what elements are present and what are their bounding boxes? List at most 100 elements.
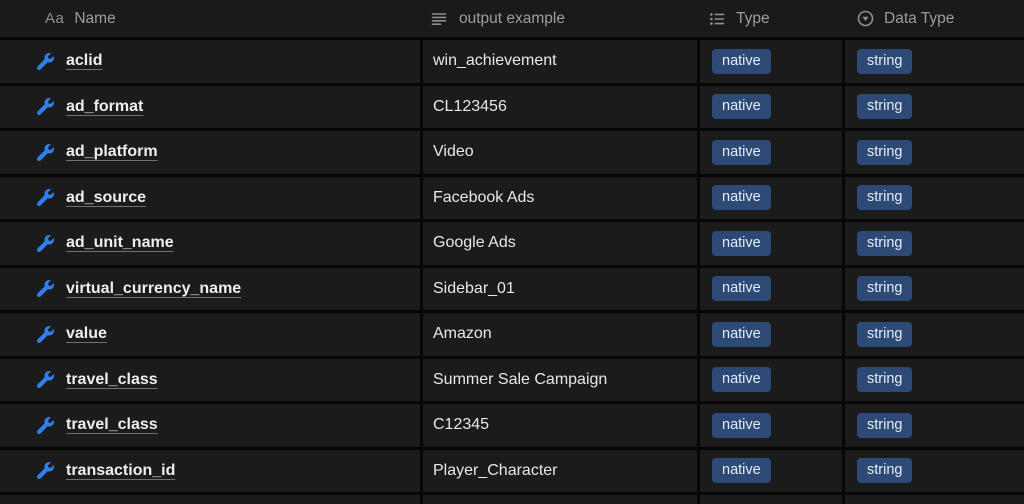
output-example-cell[interactable]: Video (423, 131, 697, 174)
name-cell[interactable]: ad_unit_name (0, 222, 420, 265)
wrench-icon (37, 53, 54, 70)
type-badge[interactable]: native (712, 49, 771, 74)
data-type-badge[interactable]: string (857, 231, 912, 256)
type-cell[interactable]: native (700, 313, 842, 356)
name-cell[interactable]: ad_platform (0, 131, 420, 174)
field-name-link[interactable]: ad_unit_name (66, 234, 174, 252)
type-badge[interactable]: native (712, 276, 771, 301)
column-header-name[interactable]: Aa Name (0, 0, 420, 37)
type-badge[interactable]: native (712, 231, 771, 256)
database-table: Aa Name output example (0, 0, 1024, 504)
data-type-badge[interactable]: string (857, 322, 912, 347)
table-row: ad_platform Video native string (0, 131, 1024, 174)
data-type-badge[interactable]: string (857, 276, 912, 301)
data-type-badge[interactable]: string (857, 367, 912, 392)
data-type-cell[interactable]: string (845, 404, 1024, 447)
select-dropdown-icon (857, 10, 874, 27)
output-example-cell[interactable]: Summer Sale Campaign (423, 359, 697, 402)
output-example-cell[interactable]: Facebook Ads (423, 177, 697, 220)
data-type-cell[interactable]: string (845, 359, 1024, 402)
data-type-cell[interactable]: string (845, 86, 1024, 129)
type-badge[interactable]: native (712, 185, 771, 210)
wrench-icon (37, 371, 54, 388)
data-type-cell[interactable]: string (845, 268, 1024, 311)
type-cell[interactable]: native (700, 268, 842, 311)
wrench-icon (37, 235, 54, 252)
name-cell[interactable]: ad_source (0, 177, 420, 220)
data-type-cell[interactable]: string (845, 222, 1024, 265)
type-badge[interactable]: native (712, 94, 771, 119)
text-lines-icon (431, 11, 447, 27)
data-type-badge[interactable]: string (857, 413, 912, 438)
output-example-cell[interactable]: C12345 (423, 404, 697, 447)
wrench-icon (37, 98, 54, 115)
column-header-label: Data Type (884, 10, 954, 28)
column-header-output-example[interactable]: output example (423, 0, 697, 37)
name-cell[interactable]: travel_class (0, 359, 420, 402)
field-name-link[interactable]: aclid (66, 52, 102, 70)
data-type-cell[interactable]: string (845, 177, 1024, 220)
data-type-cell[interactable]: string (845, 450, 1024, 493)
type-cell[interactable]: native (700, 450, 842, 493)
column-header-label: Name (74, 10, 115, 28)
output-example-cell[interactable]: Amazon (423, 313, 697, 356)
field-name-link[interactable]: ad_platform (66, 143, 158, 161)
field-name-link[interactable]: ad_format (66, 98, 143, 116)
name-cell[interactable]: aclid (0, 40, 420, 83)
name-cell[interactable]: value (0, 313, 420, 356)
field-name-link[interactable]: travel_class (66, 416, 158, 434)
type-cell[interactable]: native (700, 86, 842, 129)
data-type-badge[interactable]: string (857, 185, 912, 210)
wrench-icon (37, 280, 54, 297)
type-cell[interactable]: native (700, 222, 842, 265)
output-example-cell[interactable]: Sidebar_01 (423, 268, 697, 311)
table-row: travel_class Summer Sale Campaign native… (0, 359, 1024, 402)
name-cell[interactable]: ad_format (0, 86, 420, 129)
column-header-type[interactable]: Type (700, 0, 842, 37)
data-type-badge[interactable]: string (857, 140, 912, 165)
output-example-text: win_achievement (433, 52, 557, 70)
output-example-text: Summer Sale Campaign (433, 371, 607, 389)
output-example-cell[interactable]: Google Ads (423, 222, 697, 265)
data-type-badge[interactable]: string (857, 49, 912, 74)
table-row-partial (0, 495, 1024, 504)
field-name-link[interactable]: value (66, 325, 107, 343)
name-cell[interactable]: virtual_currency_name (0, 268, 420, 311)
column-header-data-type[interactable]: Data Type (845, 0, 1024, 37)
field-name-link[interactable]: virtual_currency_name (66, 280, 241, 298)
table-cell[interactable] (0, 495, 420, 504)
output-example-cell[interactable]: CL123456 (423, 86, 697, 129)
type-cell[interactable]: native (700, 131, 842, 174)
table-row: ad_format CL123456 native string (0, 86, 1024, 129)
wrench-icon (37, 189, 54, 206)
table-cell[interactable] (423, 495, 697, 504)
data-type-badge[interactable]: string (857, 458, 912, 483)
table-cell[interactable] (700, 495, 842, 504)
type-cell[interactable]: native (700, 177, 842, 220)
data-type-badge[interactable]: string (857, 94, 912, 119)
type-badge[interactable]: native (712, 367, 771, 392)
output-example-text: Facebook Ads (433, 189, 534, 207)
output-example-cell[interactable]: win_achievement (423, 40, 697, 83)
type-badge[interactable]: native (712, 413, 771, 438)
type-badge[interactable]: native (712, 458, 771, 483)
name-cell[interactable]: travel_class (0, 404, 420, 447)
wrench-icon (37, 326, 54, 343)
field-name-link[interactable]: ad_source (66, 189, 146, 207)
data-type-cell[interactable]: string (845, 40, 1024, 83)
data-type-cell[interactable]: string (845, 313, 1024, 356)
name-cell[interactable]: transaction_id (0, 450, 420, 493)
table-row: aclid win_achievement native string (0, 40, 1024, 83)
field-name-link[interactable]: transaction_id (66, 462, 175, 480)
type-badge[interactable]: native (712, 322, 771, 347)
field-name-link[interactable]: travel_class (66, 371, 158, 389)
table-row: ad_source Facebook Ads native string (0, 177, 1024, 220)
type-cell[interactable]: native (700, 40, 842, 83)
output-example-cell[interactable]: Player_Character (423, 450, 697, 493)
data-type-cell[interactable]: string (845, 131, 1024, 174)
table-cell[interactable] (845, 495, 1024, 504)
type-badge[interactable]: native (712, 140, 771, 165)
output-example-text: Sidebar_01 (433, 280, 515, 298)
type-cell[interactable]: native (700, 404, 842, 447)
type-cell[interactable]: native (700, 359, 842, 402)
